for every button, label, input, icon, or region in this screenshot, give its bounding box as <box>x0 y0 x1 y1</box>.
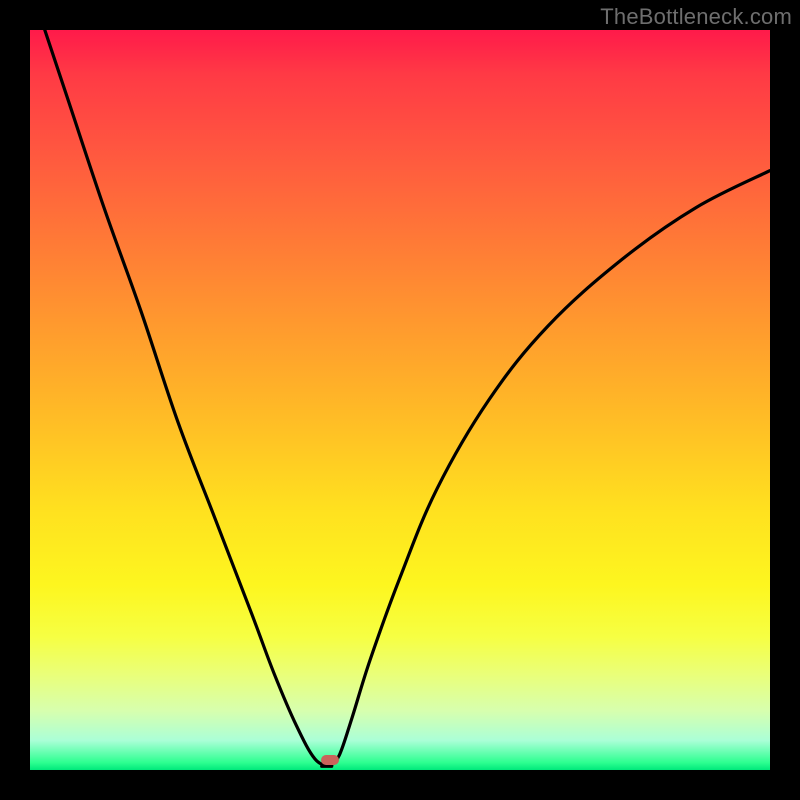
watermark-text: TheBottleneck.com <box>600 4 792 30</box>
min-point-marker <box>321 755 339 765</box>
curve-svg <box>30 30 770 770</box>
chart-frame: TheBottleneck.com <box>0 0 800 800</box>
bottleneck-curve <box>45 30 770 766</box>
plot-area <box>30 30 770 770</box>
